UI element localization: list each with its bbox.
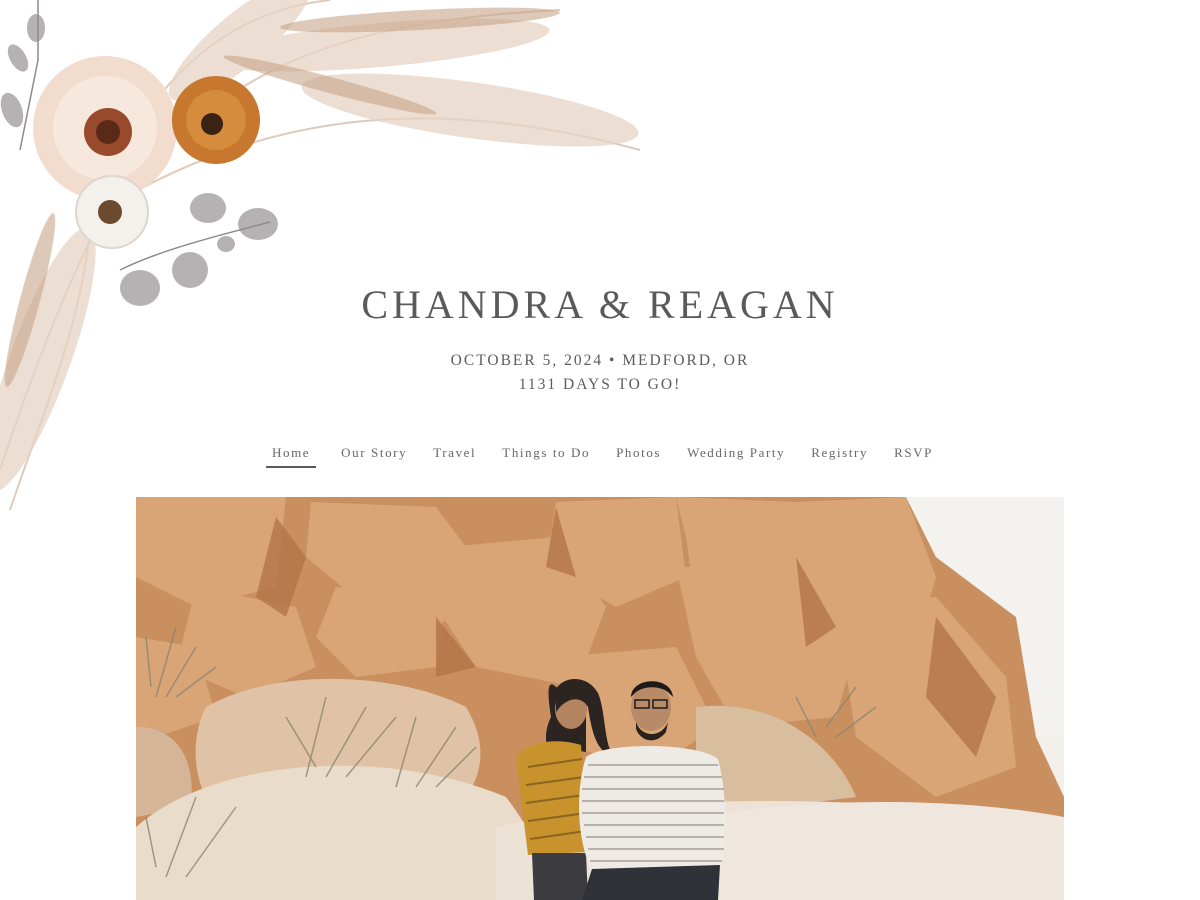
floral-decoration-icon: [0, 0, 660, 520]
nav-home[interactable]: Home: [265, 445, 317, 468]
nav-registry[interactable]: Registry: [810, 445, 869, 468]
nav-travel[interactable]: Travel: [432, 445, 477, 468]
main-navigation: Home Our Story Travel Things to Do Photo…: [0, 445, 1200, 468]
hero-photo: [136, 497, 1064, 900]
date-location: OCTOBER 5, 2024 • MEDFORD, OR: [450, 352, 750, 369]
nav-our-story[interactable]: Our Story: [340, 445, 408, 468]
nav-wedding-party[interactable]: Wedding Party: [686, 445, 786, 468]
nav-things-to-do[interactable]: Things to Do: [501, 445, 591, 468]
countdown-text: 1131 DAYS TO GO!: [518, 376, 682, 393]
couple-names-title: CHANDRA & REAGAN: [361, 282, 839, 327]
nav-photos[interactable]: Photos: [615, 445, 662, 468]
nav-rsvp[interactable]: RSVP: [893, 445, 934, 468]
